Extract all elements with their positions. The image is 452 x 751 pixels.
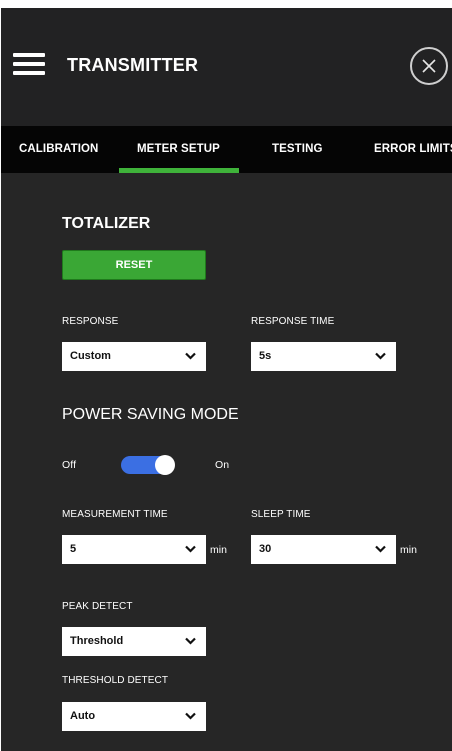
- tab-error-limits[interactable]: ERROR LIMITS: [374, 126, 452, 173]
- sleep-time-value: 30: [259, 543, 272, 555]
- sleep-time-select[interactable]: 30: [251, 535, 396, 564]
- threshold-detect-value: Auto: [70, 710, 96, 722]
- response-value: Custom: [70, 350, 111, 362]
- response-label: RESPONSE: [62, 316, 119, 327]
- sleep-time-label: SLEEP TIME: [251, 509, 311, 520]
- sleep-time-unit: min: [400, 544, 417, 556]
- threshold-detect-select[interactable]: Auto: [62, 702, 206, 731]
- peak-detect-select[interactable]: Threshold: [62, 627, 206, 656]
- measurement-time-label: MEASUREMENT TIME: [62, 509, 168, 520]
- chevron-down-icon: [185, 545, 196, 553]
- reset-button[interactable]: RESET: [62, 250, 206, 280]
- tab-meter-setup[interactable]: METER SETUP: [137, 126, 220, 173]
- response-time-label: RESPONSE TIME: [251, 316, 335, 327]
- toggle-knob[interactable]: [155, 455, 175, 475]
- app-header: TRANSMITTER: [1, 8, 452, 126]
- response-time-value: 5s: [259, 350, 272, 362]
- chevron-down-icon: [375, 352, 386, 360]
- peak-detect-label: PEAK DETECT: [62, 601, 133, 612]
- chevron-down-icon: [185, 637, 196, 645]
- power-saving-title: POWER SAVING MODE: [62, 406, 239, 423]
- chevron-down-icon: [185, 352, 196, 360]
- tab-testing[interactable]: TESTING: [272, 126, 323, 173]
- hamburger-menu-icon[interactable]: [13, 53, 45, 75]
- app-frame: TRANSMITTER CALIBRATION METER SETUP TEST…: [0, 0, 452, 751]
- chevron-down-icon: [185, 712, 196, 720]
- tab-bar: CALIBRATION METER SETUP TESTING ERROR LI…: [1, 126, 452, 173]
- peak-detect-value: Threshold: [70, 635, 124, 647]
- threshold-detect-label: THRESHOLD DETECT: [62, 675, 169, 686]
- toggle-off-label: Off: [62, 459, 77, 471]
- close-button[interactable]: [410, 47, 448, 85]
- measurement-time-select[interactable]: 5: [62, 535, 206, 564]
- chevron-down-icon: [375, 545, 386, 553]
- measurement-time-unit: min: [210, 544, 227, 556]
- tab-calibration[interactable]: CALIBRATION: [19, 126, 98, 173]
- measurement-time-value: 5: [70, 543, 77, 555]
- totalizer-title: TOTALIZER: [62, 215, 151, 232]
- close-icon: [422, 59, 436, 73]
- toggle-on-label: On: [215, 459, 230, 471]
- page-title: TRANSMITTER: [67, 55, 199, 75]
- response-select[interactable]: Custom: [62, 342, 206, 371]
- response-time-select[interactable]: 5s: [251, 342, 396, 371]
